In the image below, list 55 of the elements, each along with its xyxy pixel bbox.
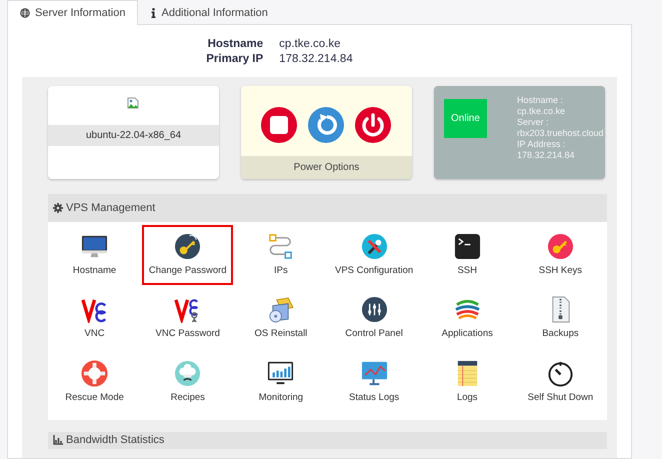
- stop-button[interactable]: [261, 107, 298, 143]
- section-title: VPS Management: [66, 200, 156, 216]
- management-item[interactable]: Backups: [514, 288, 607, 348]
- field-value: 178.32.214.84: [279, 52, 353, 67]
- tab[interactable]: Additional Information: [138, 0, 281, 25]
- management-item[interactable]: VPS Configuration: [327, 225, 421, 286]
- management-item[interactable]: OS Reinstall: [234, 288, 328, 348]
- field-label: Hostname: [206, 37, 264, 52]
- key-icon: [174, 233, 202, 260]
- status-detail: Server :: [516, 117, 550, 128]
- key-icon: [546, 233, 574, 260]
- line-chart-monitor-icon: [360, 360, 388, 386]
- power-options-label: Power Options: [240, 156, 412, 179]
- lifebuoy-icon: [81, 360, 108, 386]
- bar-chart-monitor-icon: [267, 360, 294, 386]
- status-detail: 178.32.214.84: [516, 150, 576, 161]
- management-item[interactable]: Change Password: [142, 225, 234, 286]
- os-name: ubuntu-22.04-x86_64: [48, 125, 219, 146]
- section-title: Bandwidth Statistics: [66, 433, 164, 448]
- management-item[interactable]: Applications: [420, 288, 514, 348]
- management-item[interactable]: VNC Password: [141, 288, 234, 348]
- globe-icon: [20, 8, 30, 18]
- network-icon: [267, 233, 294, 260]
- power-button[interactable]: [355, 107, 392, 143]
- sliders-icon: [360, 296, 388, 324]
- broken-image-icon: [127, 97, 140, 109]
- restart-button[interactable]: [308, 107, 344, 143]
- management-item[interactable]: Logs: [420, 352, 514, 412]
- management-item[interactable]: Status Logs: [327, 352, 421, 412]
- online-status: Online: [444, 99, 487, 138]
- status-detail: rbx203.truehost.cloud: [516, 128, 604, 139]
- management-item[interactable]: IPs: [234, 225, 328, 286]
- gear-icon: [53, 203, 63, 213]
- management-item[interactable]: Self Shut Down: [514, 352, 607, 412]
- management-item[interactable]: Rescue Mode: [48, 352, 142, 412]
- software-box-icon: [267, 296, 294, 324]
- management-item[interactable]: SSH: [420, 225, 514, 286]
- status-detail: cp.tke.co.ke: [516, 106, 566, 117]
- tab[interactable]: Server Information: [7, 0, 138, 25]
- status-detail: IP Address :: [516, 139, 566, 150]
- management-item[interactable]: VNC: [48, 288, 142, 348]
- chart-icon: [53, 435, 63, 446]
- field-value: cp.tke.co.ke: [279, 37, 342, 52]
- status-detail: Hostname :: [516, 95, 564, 106]
- management-item[interactable]: SSH Keys: [514, 225, 607, 286]
- info-icon: [151, 8, 156, 18]
- management-item[interactable]: Recipes: [141, 352, 234, 412]
- management-item[interactable]: Control Panel: [327, 288, 421, 348]
- field-label: Primary IP: [206, 52, 264, 67]
- monitor-icon: [81, 233, 108, 260]
- management-item[interactable]: Hostname: [48, 225, 142, 286]
- management-item[interactable]: Monitoring: [234, 352, 328, 412]
- stopwatch-icon: [546, 360, 574, 386]
- terminal-icon: [454, 233, 481, 260]
- chef-hat-icon: [174, 360, 202, 386]
